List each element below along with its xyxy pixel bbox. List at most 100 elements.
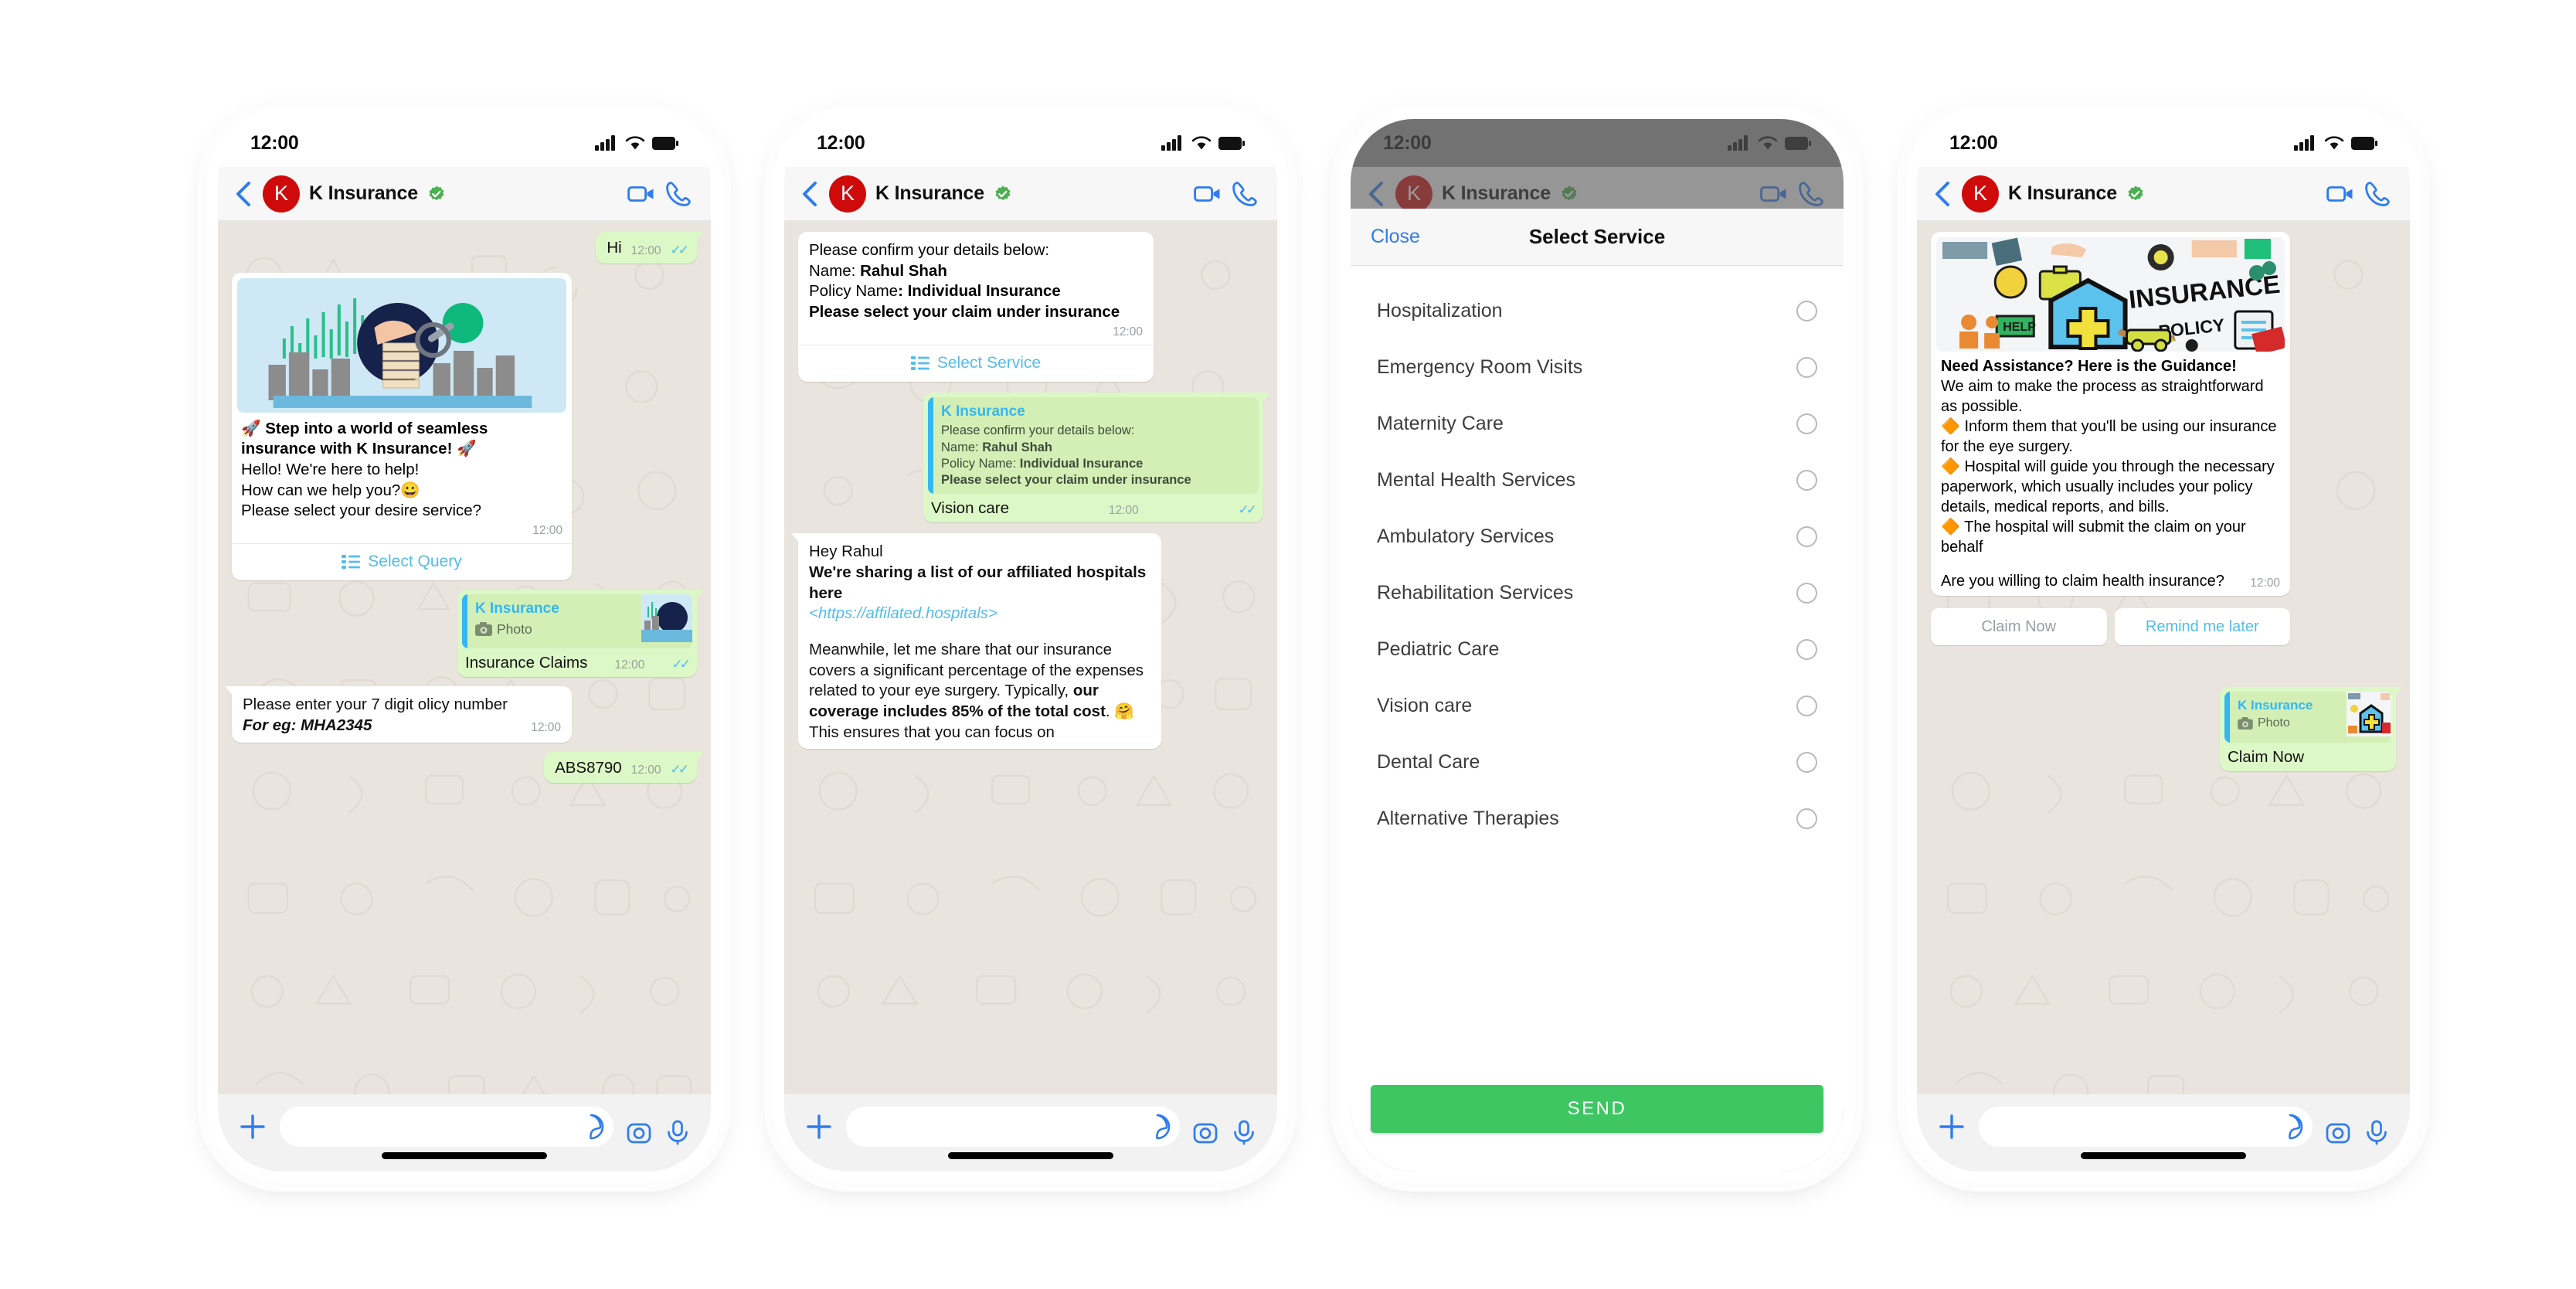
contact-name[interactable]: K Insurance	[309, 182, 418, 205]
sticker-icon[interactable]	[2277, 1114, 2303, 1140]
radio-button-icon[interactable]	[1796, 470, 1817, 491]
message-bubble-claim-reply[interactable]: K Insurance Photo Claim Now	[2220, 687, 2403, 772]
service-option-alternative-therapies[interactable]: Alternative Therapies	[1351, 791, 1844, 847]
welcome-card[interactable]: 🚀 Step into a world of seamless insuranc…	[232, 272, 572, 580]
status-time: 12:00	[1949, 131, 1998, 154]
plus-icon[interactable]	[238, 1112, 267, 1141]
service-option-dental-care[interactable]: Dental Care	[1351, 734, 1844, 791]
quoted-message[interactable]: K Insurance Photo	[2224, 692, 2391, 743]
select-service-button[interactable]: Select Service	[798, 344, 1154, 382]
video-call-icon[interactable]	[2326, 180, 2354, 208]
radio-button-icon[interactable]	[1796, 696, 1817, 716]
radio-button-icon[interactable]	[1796, 752, 1817, 773]
close-button[interactable]: Close	[1371, 226, 1420, 248]
contact-name[interactable]: K Insurance	[875, 182, 984, 205]
message-text: ABS8790	[555, 758, 622, 777]
radio-button-icon[interactable]	[1796, 639, 1817, 660]
voice-call-icon[interactable]	[1231, 180, 1259, 208]
radio-button-icon[interactable]	[1796, 357, 1817, 378]
avatar[interactable]: K	[829, 175, 866, 213]
select-query-button[interactable]: Select Query	[232, 542, 572, 580]
modal-header: Close Select Service	[1351, 209, 1844, 266]
message-bubble-vision[interactable]: K Insurance Please confirm your details …	[923, 392, 1270, 523]
policy-prompt-line-2: For eg: MHA2345	[243, 716, 372, 734]
service-option-mental-health-services[interactable]: Mental Health Services	[1351, 452, 1844, 508]
message-input-bar-2	[784, 1094, 1277, 1172]
radio-button-icon[interactable]	[1796, 526, 1817, 547]
message-time: 12:00	[531, 721, 561, 735]
radio-button-icon[interactable]	[1796, 583, 1817, 604]
sticker-icon[interactable]	[1144, 1114, 1171, 1140]
quote-kind: Photo	[497, 621, 532, 637]
contact-name[interactable]: K Insurance	[2008, 182, 2117, 205]
back-chevron-icon[interactable]	[1932, 181, 1952, 207]
radio-button-icon[interactable]	[1796, 301, 1817, 321]
back-chevron-icon[interactable]	[233, 181, 253, 207]
video-call-icon[interactable]	[1194, 180, 1222, 208]
chat-body-4[interactable]: HELP INSURANCE POLICY Need Assistance? H…	[1917, 221, 2410, 1094]
sticker-icon[interactable]	[578, 1114, 604, 1140]
chat-body-1[interactable]: Hi 12:00 ✓✓ 🚀 Step into a world of seaml…	[218, 221, 711, 1094]
status-time: 12:00	[817, 131, 865, 154]
remind-me-later-button[interactable]: Remind me later	[2114, 608, 2290, 645]
microphone-icon[interactable]	[1231, 1119, 1257, 1145]
service-option-emergency-room-visits[interactable]: Emergency Room Visits	[1351, 339, 1844, 396]
service-option-pediatric-care[interactable]: Pediatric Care	[1351, 621, 1844, 678]
message-row-reply-buttons: Claim Now Remind me later	[1931, 604, 2396, 645]
quote-name-value: Rahul Shah	[982, 440, 1052, 454]
service-option-maternity-care[interactable]: Maternity Care	[1351, 396, 1844, 452]
camera-icon[interactable]	[626, 1119, 652, 1145]
guidance-card[interactable]: HELP INSURANCE POLICY Need Assistance? H…	[1931, 232, 2290, 596]
service-label: Emergency Room Visits	[1377, 356, 1583, 378]
guidance-bullet-2: 🔶 Hospital will guide you through the ne…	[1941, 458, 2275, 515]
send-button[interactable]: SEND	[1371, 1085, 1823, 1133]
service-option-vision-care[interactable]: Vision care	[1351, 678, 1844, 734]
quote-name-label: Name:	[941, 440, 983, 454]
message-bubble-hi[interactable]: Hi 12:00 ✓✓	[596, 232, 704, 264]
radio-button-icon[interactable]	[1796, 413, 1817, 434]
avatar[interactable]: K	[263, 175, 300, 213]
plus-icon[interactable]	[804, 1112, 834, 1141]
message-bubble-policy-prompt[interactable]: Please enter your 7 digit olicy number F…	[225, 686, 572, 743]
message-text-field[interactable]	[846, 1107, 1180, 1147]
message-row-claims: K Insurance Photo Insurance Claims 12:00…	[232, 589, 704, 678]
confirm-card[interactable]: Please confirm your details below: Name:…	[798, 232, 1154, 382]
message-bubble-policy-answer[interactable]: ABS8790 12:00 ✓✓	[544, 751, 704, 784]
message-text-field[interactable]	[1979, 1107, 2313, 1147]
voice-call-icon[interactable]	[664, 180, 692, 208]
hospitals-link[interactable]: <https://affilated.hospitals>	[809, 604, 1150, 624]
plus-icon[interactable]	[1937, 1112, 1966, 1141]
radio-button-icon[interactable]	[1796, 808, 1817, 829]
confirm-name-label: Name:	[809, 261, 861, 280]
microphone-icon[interactable]	[664, 1119, 691, 1145]
welcome-line-3: Please select your desire service?	[241, 502, 482, 520]
message-bubble-hospitals[interactable]: Hey Rahul We're sharing a list of our af…	[791, 533, 1161, 750]
confirm-policy-value: : Individual Insurance	[898, 282, 1061, 301]
message-row-hospitals: Hey Rahul We're sharing a list of our af…	[791, 533, 1263, 750]
video-call-icon[interactable]	[627, 180, 655, 208]
quoted-message[interactable]: K Insurance Please confirm your details …	[928, 396, 1259, 494]
service-option-rehabilitation-services[interactable]: Rehabilitation Services	[1351, 565, 1844, 621]
read-receipt-icon: ✓✓	[670, 242, 689, 257]
message-text-field[interactable]	[280, 1107, 613, 1147]
message-time: 12:00	[630, 243, 661, 257]
message-text: Vision care	[931, 498, 1010, 517]
quoted-message[interactable]: K Insurance Photo	[462, 593, 692, 648]
microphone-icon[interactable]	[2364, 1119, 2390, 1145]
list-icon	[342, 555, 361, 570]
message-bubble-claims[interactable]: K Insurance Photo Insurance Claims 12:00…	[457, 589, 704, 678]
claim-now-button[interactable]: Claim Now	[1931, 608, 2107, 645]
service-label: Ambulatory Services	[1377, 525, 1555, 547]
service-option-ambulatory-services[interactable]: Ambulatory Services	[1351, 508, 1844, 565]
phone-mockup-2: 12:00 K K Insurance Please confirm your …	[773, 108, 1288, 1182]
chat-body-2[interactable]: Please confirm your details below: Name:…	[784, 221, 1277, 1094]
camera-icon[interactable]	[2325, 1119, 2351, 1145]
camera-icon[interactable]	[1192, 1119, 1218, 1145]
policy-prompt-line-1: Please enter your 7 digit olicy number	[243, 696, 508, 714]
screenshot-canvas: 12:00 K K Insurance Hi 12:00 ✓✓ 🚀 Step i…	[0, 0, 2576, 1289]
service-option-hospitalization[interactable]: Hospitalization	[1351, 283, 1844, 339]
read-receipt-icon: ✓✓	[671, 657, 690, 672]
voice-call-icon[interactable]	[2364, 180, 2391, 208]
back-chevron-icon[interactable]	[800, 181, 820, 207]
avatar[interactable]: K	[1962, 175, 1999, 213]
